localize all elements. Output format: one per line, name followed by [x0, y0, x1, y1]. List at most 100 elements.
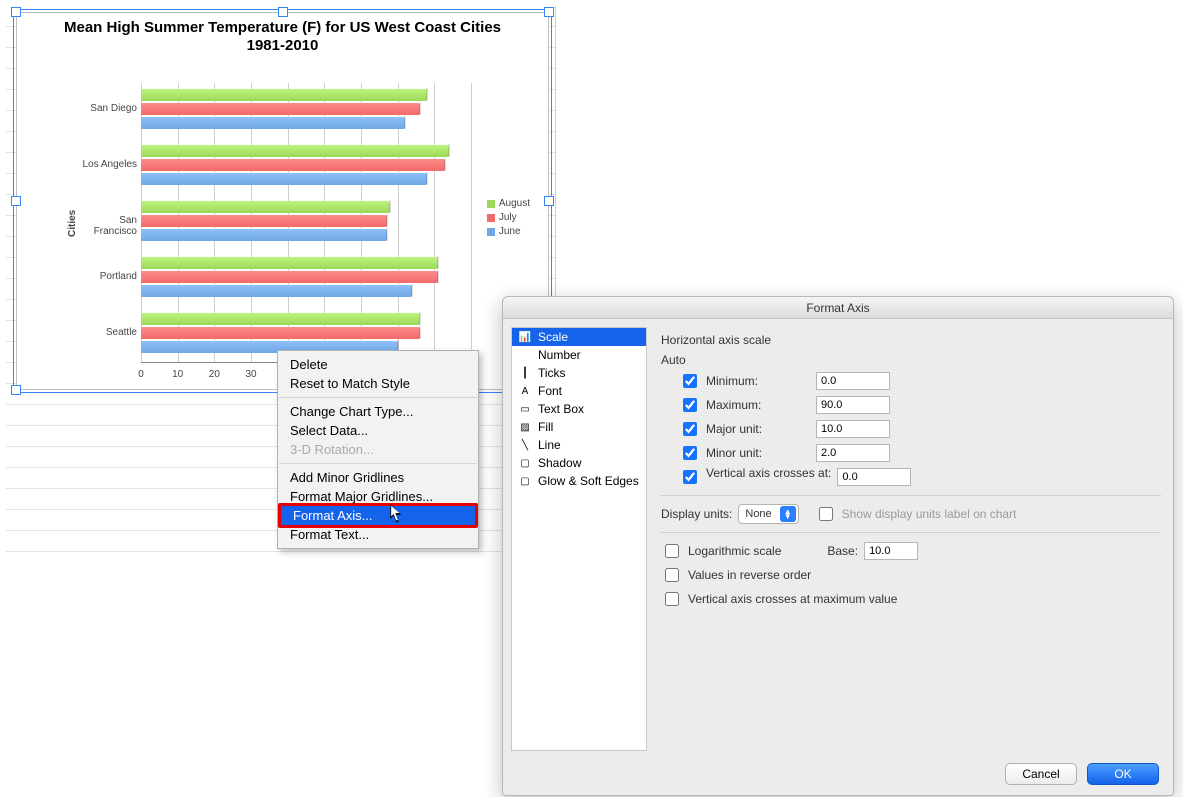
show-units-row[interactable]: Show display units label on chart — [815, 504, 1017, 524]
resize-handle[interactable] — [11, 196, 21, 206]
bar-june[interactable] — [141, 117, 405, 129]
sidebar-item-fill[interactable]: ▨Fill — [512, 418, 646, 436]
sidebar-item-shadow[interactable]: ▢Shadow — [512, 454, 646, 472]
sidebar-item-ticks[interactable]: ┃Ticks — [512, 364, 646, 382]
plot-area[interactable]: 0102030405060708090 — [141, 83, 471, 363]
bar-august[interactable] — [141, 201, 390, 213]
cursor-icon — [390, 504, 404, 524]
legend-swatch-icon — [487, 228, 495, 236]
maximum-row[interactable]: Maximum: — [679, 395, 810, 415]
maximum-checkbox[interactable] — [683, 398, 697, 412]
legend-item: July — [487, 212, 530, 223]
chart-legend: AugustJulyJune — [487, 195, 530, 240]
cross-checkbox[interactable] — [683, 470, 697, 484]
bar-july[interactable] — [141, 327, 420, 339]
sidebar-item-number[interactable]: Number — [512, 346, 646, 364]
sidebar-item-label: Fill — [538, 420, 553, 434]
log-scale-row[interactable]: Logarithmic scale — [661, 541, 781, 561]
legend-swatch-icon — [487, 200, 495, 208]
bar-june[interactable] — [141, 173, 427, 185]
bar-july[interactable] — [141, 103, 420, 115]
major-unit-row[interactable]: Major unit: — [679, 419, 810, 439]
font-icon: A — [518, 384, 532, 398]
resize-handle[interactable] — [278, 7, 288, 17]
sidebar-item-label: Text Box — [538, 402, 584, 416]
menu-item: 3-D Rotation... — [278, 440, 478, 459]
chevron-updown-icon: ▲▼ — [780, 506, 796, 522]
bar-july[interactable] — [141, 271, 438, 283]
panel-heading: Horizontal axis scale — [661, 333, 1161, 347]
chart-object[interactable]: Mean High Summer Temperature (F) for US … — [16, 12, 549, 390]
menu-item[interactable]: Select Data... — [278, 421, 478, 440]
resize-handle[interactable] — [544, 7, 554, 17]
bar-group — [141, 257, 471, 301]
reverse-checkbox[interactable] — [665, 568, 679, 582]
sidebar-item-label: Glow & Soft Edges — [538, 474, 639, 488]
display-units-label: Display units: — [661, 507, 732, 521]
number-icon — [518, 348, 532, 362]
minimum-checkbox[interactable] — [683, 374, 697, 388]
sidebar-item-scale[interactable]: 📊Scale — [512, 328, 646, 346]
menu-item[interactable]: Delete — [278, 355, 478, 374]
bar-june[interactable] — [141, 229, 387, 241]
bar-august[interactable] — [141, 257, 438, 269]
cross-max-checkbox[interactable] — [665, 592, 679, 606]
maximum-input[interactable] — [816, 396, 890, 414]
x-tick-label: 30 — [245, 369, 256, 380]
cross-label: Vertical axis crosses at: — [706, 467, 831, 480]
ok-button[interactable]: OK — [1087, 763, 1159, 785]
display-units-select[interactable]: None ▲▼ — [738, 504, 798, 524]
log-scale-label: Logarithmic scale — [688, 544, 781, 558]
menu-item[interactable]: Format Axis... — [281, 506, 475, 525]
bar-june[interactable] — [141, 285, 412, 297]
sidebar-item-text-box[interactable]: ▭Text Box — [512, 400, 646, 418]
cross-row[interactable]: Vertical axis crosses at: — [679, 467, 831, 487]
shadow-icon: ▢ — [518, 456, 532, 470]
sidebar-item-font[interactable]: AFont — [512, 382, 646, 400]
sidebar-item-label: Line — [538, 438, 561, 452]
base-input[interactable] — [864, 542, 918, 560]
minimum-label: Minimum: — [706, 374, 810, 388]
resize-handle[interactable] — [11, 385, 21, 395]
minimum-row[interactable]: Minimum: — [679, 371, 810, 391]
legend-label: August — [499, 198, 530, 209]
legend-swatch-icon — [487, 214, 495, 222]
scale-panel: Horizontal axis scale Auto Minimum: Maxi… — [657, 327, 1165, 751]
log-scale-checkbox[interactable] — [665, 544, 679, 558]
category-label: San Francisco — [79, 215, 137, 237]
bar-july[interactable] — [141, 159, 445, 171]
bar-group — [141, 201, 471, 245]
menu-item[interactable]: Format Text... — [278, 525, 478, 544]
sidebar-item-line[interactable]: ╲Line — [512, 436, 646, 454]
menu-item[interactable]: Change Chart Type... — [278, 402, 478, 421]
bar-july[interactable] — [141, 215, 387, 227]
minor-unit-row[interactable]: Minor unit: — [679, 443, 810, 463]
x-tick-label: 0 — [138, 369, 144, 380]
sidebar-item-label: Ticks — [538, 366, 566, 380]
menu-item[interactable]: Reset to Match Style — [278, 374, 478, 393]
sidebar-item-glow-soft-edges[interactable]: ▢ Glow & Soft Edges — [512, 472, 646, 490]
cross-input[interactable] — [837, 468, 911, 486]
x-tick-label: 10 — [172, 369, 183, 380]
legend-item: August — [487, 198, 530, 209]
resize-handle[interactable] — [544, 196, 554, 206]
bar-august[interactable] — [141, 145, 449, 157]
major-unit-input[interactable] — [816, 420, 890, 438]
minor-unit-input[interactable] — [816, 444, 890, 462]
glow-icon: ▢ — [518, 474, 532, 488]
show-units-checkbox[interactable] — [819, 507, 833, 521]
minor-unit-checkbox[interactable] — [683, 446, 697, 460]
cancel-button[interactable]: Cancel — [1005, 763, 1077, 785]
reverse-row[interactable]: Values in reverse order — [661, 565, 811, 585]
major-unit-checkbox[interactable] — [683, 422, 697, 436]
bar-august[interactable] — [141, 89, 427, 101]
auto-label: Auto — [661, 353, 1161, 367]
menu-item[interactable]: Add Minor Gridlines — [278, 468, 478, 487]
resize-handle[interactable] — [11, 7, 21, 17]
minimum-input[interactable] — [816, 372, 890, 390]
cross-max-row[interactable]: Vertical axis crosses at maximum value — [661, 589, 897, 609]
bar-august[interactable] — [141, 313, 420, 325]
maximum-label: Maximum: — [706, 398, 810, 412]
menu-separator — [279, 397, 477, 398]
legend-label: July — [499, 212, 517, 223]
